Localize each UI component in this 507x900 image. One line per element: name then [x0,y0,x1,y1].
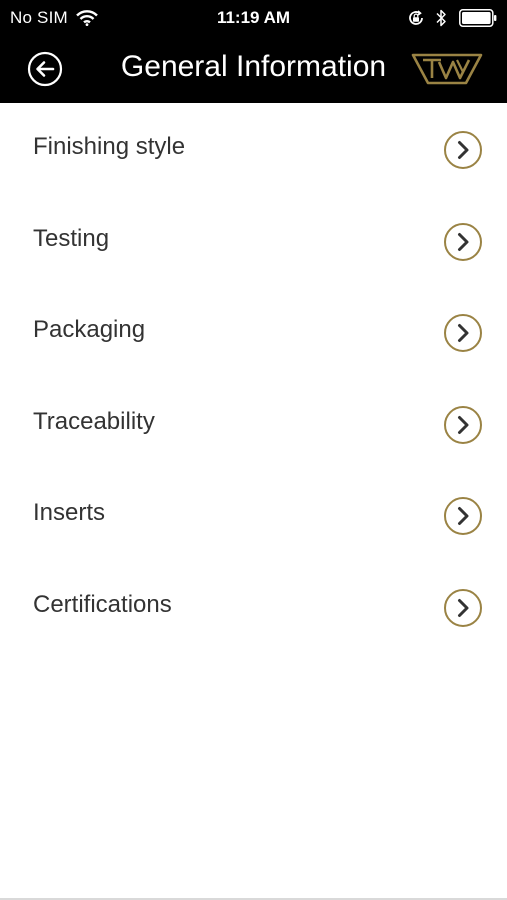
bluetooth-icon [436,9,446,27]
list-item-label: Testing [33,224,110,252]
nav-bar: General Information [0,36,507,103]
list-item[interactable]: Testing [0,195,507,287]
lock-rotation-icon [409,10,423,25]
chevron-right-circle-icon[interactable] [443,496,483,536]
list-item-label: Traceability [33,407,155,435]
chevron-right-circle-icon[interactable] [443,222,483,262]
list-item[interactable]: Packaging [0,286,507,378]
status-bar: No SIM 11:19 AM [0,0,507,36]
list-item-label: Certifications [33,590,172,618]
list-item[interactable]: Inserts [0,469,507,561]
list-item-label: Packaging [33,316,146,344]
list-item-label: Finishing style [33,133,186,160]
screen: No SIM 11:19 AM General Information Fini… [0,0,507,900]
chevron-right-circle-icon[interactable] [443,588,483,628]
status-right [407,8,497,28]
chevron-right-circle-icon[interactable] [443,405,483,445]
list-item[interactable]: Certifications [0,561,507,653]
menu-list: Finishing style Testing Packaging Tracea… [0,103,507,653]
list-item-label: Inserts [33,499,106,527]
chevron-right-circle-icon[interactable] [443,130,483,170]
chevron-right-circle-icon[interactable] [443,313,483,353]
list-item[interactable]: Finishing style [0,103,507,195]
battery-icon [459,9,497,27]
list-item[interactable]: Traceability [0,378,507,470]
brand-logo-icon [411,53,483,85]
